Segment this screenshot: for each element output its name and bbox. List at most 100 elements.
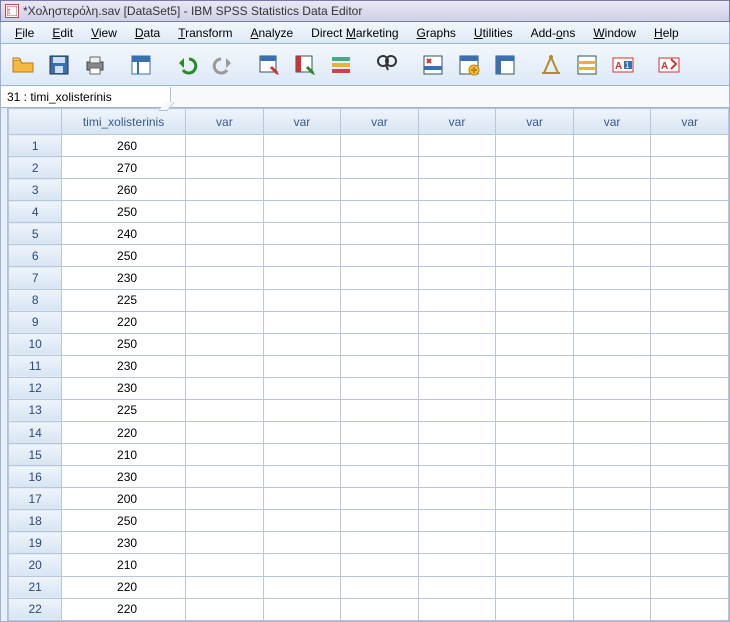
empty-cell[interactable] bbox=[418, 466, 496, 488]
menu-transform[interactable]: Transform bbox=[170, 24, 240, 42]
empty-cell[interactable] bbox=[418, 510, 496, 532]
data-cell[interactable]: 230 bbox=[61, 466, 185, 488]
empty-cell[interactable] bbox=[263, 598, 341, 620]
table-row[interactable]: 1260 bbox=[9, 135, 729, 157]
empty-cell[interactable] bbox=[263, 333, 341, 355]
empty-cell[interactable] bbox=[341, 245, 419, 267]
empty-cell[interactable] bbox=[496, 422, 574, 444]
empty-cell[interactable] bbox=[496, 333, 574, 355]
empty-cell[interactable] bbox=[573, 422, 651, 444]
menu-view[interactable]: View bbox=[83, 24, 125, 42]
empty-cell[interactable] bbox=[341, 532, 419, 554]
empty-cell[interactable] bbox=[341, 444, 419, 466]
table-row[interactable]: 18250 bbox=[9, 510, 729, 532]
empty-cell[interactable] bbox=[186, 245, 264, 267]
row-header[interactable]: 19 bbox=[9, 532, 62, 554]
data-cell[interactable]: 220 bbox=[61, 576, 185, 598]
empty-cell[interactable] bbox=[186, 333, 264, 355]
empty-cell[interactable] bbox=[496, 289, 574, 311]
empty-cell[interactable] bbox=[186, 488, 264, 510]
split-icon[interactable] bbox=[489, 49, 521, 81]
empty-cell[interactable] bbox=[496, 157, 574, 179]
empty-cell[interactable] bbox=[418, 289, 496, 311]
empty-cell[interactable] bbox=[186, 466, 264, 488]
data-cell[interactable]: 230 bbox=[61, 355, 185, 377]
empty-cell[interactable] bbox=[573, 466, 651, 488]
data-cell[interactable]: 260 bbox=[61, 179, 185, 201]
table-row[interactable]: 15210 bbox=[9, 444, 729, 466]
data-cell[interactable]: 270 bbox=[61, 157, 185, 179]
select-icon[interactable] bbox=[571, 49, 603, 81]
empty-cell[interactable] bbox=[341, 576, 419, 598]
empty-cell[interactable] bbox=[263, 355, 341, 377]
menu-add-ons[interactable]: Add-ons bbox=[523, 24, 584, 42]
empty-cell[interactable] bbox=[186, 157, 264, 179]
table-row[interactable]: 19230 bbox=[9, 532, 729, 554]
empty-cell[interactable] bbox=[418, 135, 496, 157]
empty-cell[interactable] bbox=[573, 377, 651, 399]
table-row[interactable]: 12230 bbox=[9, 377, 729, 399]
row-header[interactable]: 13 bbox=[9, 399, 62, 421]
empty-cell[interactable] bbox=[186, 223, 264, 245]
table-row[interactable]: 14220 bbox=[9, 422, 729, 444]
empty-cell[interactable] bbox=[651, 554, 729, 576]
empty-cell[interactable] bbox=[186, 201, 264, 223]
empty-cell[interactable] bbox=[651, 422, 729, 444]
table-row[interactable]: 11230 bbox=[9, 355, 729, 377]
column-header-var[interactable]: var bbox=[651, 109, 729, 135]
row-header[interactable]: 18 bbox=[9, 510, 62, 532]
empty-cell[interactable] bbox=[573, 576, 651, 598]
empty-cell[interactable] bbox=[573, 532, 651, 554]
empty-cell[interactable] bbox=[418, 355, 496, 377]
empty-cell[interactable] bbox=[496, 466, 574, 488]
empty-cell[interactable] bbox=[651, 510, 729, 532]
empty-cell[interactable] bbox=[186, 554, 264, 576]
empty-cell[interactable] bbox=[418, 157, 496, 179]
empty-cell[interactable] bbox=[496, 510, 574, 532]
empty-cell[interactable] bbox=[651, 245, 729, 267]
empty-cell[interactable] bbox=[651, 399, 729, 421]
empty-cell[interactable] bbox=[651, 576, 729, 598]
empty-cell[interactable] bbox=[496, 399, 574, 421]
data-cell[interactable]: 250 bbox=[61, 245, 185, 267]
row-header[interactable]: 12 bbox=[9, 377, 62, 399]
row-header[interactable]: 7 bbox=[9, 267, 62, 289]
table-row[interactable]: 17200 bbox=[9, 488, 729, 510]
empty-cell[interactable] bbox=[263, 488, 341, 510]
empty-cell[interactable] bbox=[341, 135, 419, 157]
empty-cell[interactable] bbox=[573, 289, 651, 311]
table-row[interactable]: 13225 bbox=[9, 399, 729, 421]
table-row[interactable]: 3260 bbox=[9, 179, 729, 201]
empty-cell[interactable] bbox=[651, 311, 729, 333]
row-header[interactable]: 5 bbox=[9, 223, 62, 245]
data-cell[interactable]: 250 bbox=[61, 510, 185, 532]
empty-cell[interactable] bbox=[651, 333, 729, 355]
empty-cell[interactable] bbox=[341, 488, 419, 510]
empty-cell[interactable] bbox=[573, 399, 651, 421]
row-header[interactable]: 22 bbox=[9, 598, 62, 620]
empty-cell[interactable] bbox=[263, 576, 341, 598]
empty-cell[interactable] bbox=[496, 377, 574, 399]
empty-cell[interactable] bbox=[186, 355, 264, 377]
empty-cell[interactable] bbox=[186, 532, 264, 554]
column-header-var[interactable]: var bbox=[341, 109, 419, 135]
empty-cell[interactable] bbox=[263, 179, 341, 201]
table-row[interactable]: 20210 bbox=[9, 554, 729, 576]
empty-cell[interactable] bbox=[651, 223, 729, 245]
empty-cell[interactable] bbox=[341, 422, 419, 444]
data-cell[interactable]: 230 bbox=[61, 267, 185, 289]
table-row[interactable]: 5240 bbox=[9, 223, 729, 245]
empty-cell[interactable] bbox=[573, 157, 651, 179]
empty-cell[interactable] bbox=[263, 311, 341, 333]
open-icon[interactable] bbox=[7, 49, 39, 81]
empty-cell[interactable] bbox=[341, 399, 419, 421]
empty-cell[interactable] bbox=[573, 201, 651, 223]
empty-cell[interactable] bbox=[573, 245, 651, 267]
empty-cell[interactable] bbox=[573, 444, 651, 466]
recall-icon[interactable] bbox=[125, 49, 157, 81]
data-table[interactable]: timi_xolisterinis varvarvarvarvarvarvar … bbox=[8, 108, 729, 621]
empty-cell[interactable] bbox=[186, 267, 264, 289]
empty-cell[interactable] bbox=[573, 554, 651, 576]
empty-cell[interactable] bbox=[496, 201, 574, 223]
empty-cell[interactable] bbox=[651, 179, 729, 201]
